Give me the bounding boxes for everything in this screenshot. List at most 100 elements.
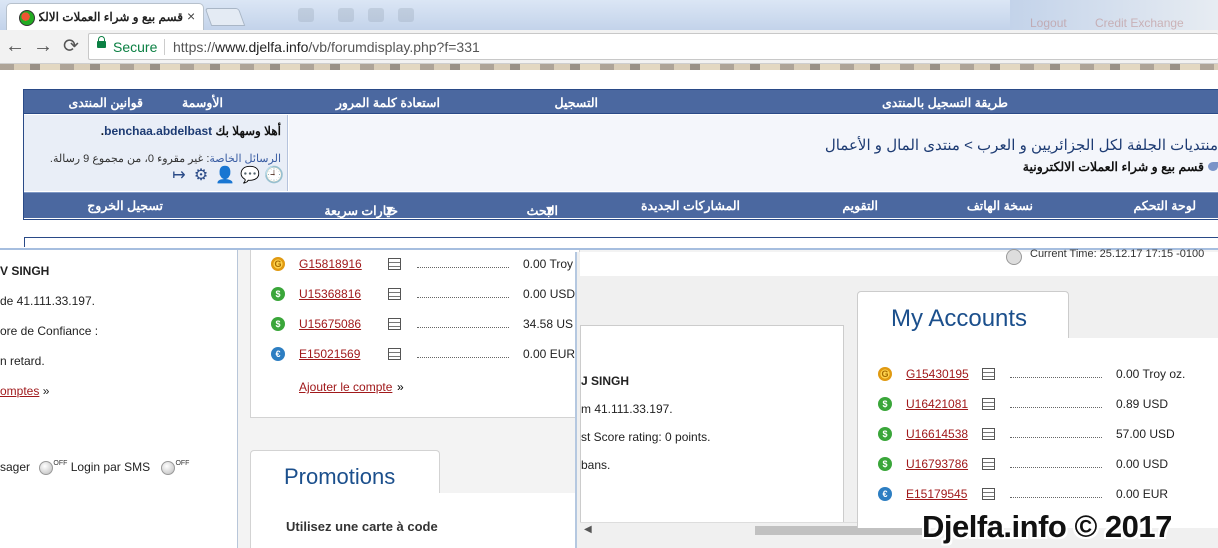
welcome-message: أهلا وسهلا بك benchaa.abdelbast. (100, 124, 281, 138)
left-accounts-panel: G G15818916 0.00 Troy $ U15368816 0.00 U… (250, 250, 580, 418)
document-icon[interactable] (982, 428, 995, 440)
secure-label[interactable]: Secure (113, 39, 157, 55)
nav-register[interactable]: التسجيل (554, 95, 598, 110)
dotted-leader (1010, 437, 1102, 438)
nav-medals[interactable]: الأوسمة (182, 95, 223, 110)
account-id-link[interactable]: G15430195 (906, 367, 969, 381)
add-user-icon[interactable]: 👤 (214, 167, 236, 185)
dotted-leader (417, 327, 509, 328)
profile-ip: m 41.111.33.197. (581, 402, 673, 416)
browser-tab-active[interactable]: قسم بيع و شراء العملات الالكترو × (6, 3, 204, 30)
account-id-link[interactable]: U16614538 (906, 427, 968, 441)
account-id-link[interactable]: G15818916 (299, 257, 362, 271)
document-icon[interactable] (982, 368, 995, 380)
add-account-raquo: » (397, 380, 404, 394)
private-messages-link[interactable]: الرسائل الخاصة (209, 153, 281, 165)
profile-ip: de 41.111.33.197. (0, 294, 95, 308)
nav-control-panel[interactable]: لوحة التحكم (1133, 198, 1196, 213)
dotted-leader (1010, 377, 1102, 378)
ghost-credit-exchange-text: Credit Exchange (1095, 16, 1184, 30)
welcome-prefix: أهلا وسهلا بك (215, 124, 281, 138)
site-favicon-icon (19, 10, 35, 26)
my-accounts-title: My Accounts (891, 305, 1028, 332)
breadcrumb-arrow-icon (1208, 162, 1218, 171)
account-id-link[interactable]: U16421081 (906, 397, 968, 411)
account-id-link[interactable]: U16793786 (906, 457, 968, 471)
document-icon[interactable] (388, 348, 401, 360)
profile-trust-score: ore de Confiance : (0, 324, 99, 338)
gold-coin-icon: G (271, 257, 285, 271)
clock-icon[interactable]: 🕘 (264, 167, 284, 185)
account-balance: 0.00 Troy (523, 257, 574, 271)
scroll-left-icon[interactable]: ◀ (584, 524, 592, 535)
nav-password-recovery[interactable]: استعادة كلمة المرور (336, 95, 440, 110)
reload-icon[interactable]: ⟳ (60, 35, 82, 58)
forum-content-edge (24, 237, 1218, 247)
nav-new-posts[interactable]: المشاركات الجديدة (641, 198, 740, 213)
sms-login-label: Login par SMS (70, 460, 151, 474)
nav-mobile-version[interactable]: نسخة الهاتف (967, 198, 1033, 213)
clock-icon (1006, 249, 1022, 265)
current-time: Current Time: 25.12.17 17:15 -0100 (1030, 248, 1205, 260)
promotions-subtitle: Utilisez une carte à code (286, 519, 438, 534)
account-id-link[interactable]: U15368816 (299, 287, 361, 301)
logout-icon[interactable]: ↦ (170, 167, 188, 185)
nav-logout[interactable]: تسجيل الخروج (87, 198, 163, 213)
document-icon[interactable] (388, 288, 401, 300)
nav-registration-guide[interactable]: طريقة التسجيل بالمنتدى (882, 95, 1008, 110)
account-id-link[interactable]: U15675086 (299, 317, 361, 331)
toggle-off-label: OFF (53, 460, 68, 467)
toggle-switch[interactable] (161, 460, 176, 475)
address-bar: ← → ⟳ Secure https://www.djelfa.info/vb/… (0, 30, 1218, 64)
gold-coin-icon: G (878, 367, 892, 381)
breadcrumb[interactable]: منتديات الجلفة لكل الجزائريين و العرب > … (825, 136, 1218, 154)
add-account-link[interactable]: Ajouter le compte (299, 380, 392, 394)
new-tab-button[interactable] (204, 8, 246, 26)
account-id-link[interactable]: E15021569 (299, 347, 360, 361)
user-icon-bar: 🕘 ↦ ⚙ 👤 💬 (170, 167, 284, 185)
back-arrow-icon[interactable]: ← (4, 35, 26, 58)
tab-title: قسم بيع و شراء العملات الالكترو (39, 10, 183, 24)
accounts-link[interactable]: omptes (0, 384, 39, 398)
forum-bottom-nav: لوحة التحكم نسخة الهاتف التقويم المشاركا… (24, 192, 1218, 218)
euro-coin-icon: € (878, 487, 892, 501)
account-balance: 57.00 USD (1116, 427, 1175, 441)
dollar-coin-icon: $ (271, 317, 285, 331)
account-id-link[interactable]: E15179545 (906, 487, 967, 501)
username-link[interactable]: benchaa.abdelbast (104, 124, 212, 138)
nav-forum-rules[interactable]: قوانين المنتدى (68, 95, 143, 110)
url-input[interactable]: Secure https://www.djelfa.info/vb/forumd… (88, 33, 1218, 60)
url-host: www.djelfa.info (215, 39, 309, 55)
document-icon[interactable] (982, 458, 995, 470)
dollar-coin-icon: $ (271, 287, 285, 301)
url-prefix: https:// (173, 39, 216, 55)
settings-icon[interactable]: ⚙ (192, 167, 210, 185)
left-profile-column: V SINGH de 41.111.33.197. ore de Confian… (0, 250, 238, 548)
nav-calendar[interactable]: التقويم (842, 198, 878, 213)
document-icon[interactable] (982, 488, 995, 500)
account-balance: 0.00 EUR (523, 347, 576, 361)
close-icon[interactable]: × (187, 8, 195, 24)
dotted-leader (417, 297, 509, 298)
forum-top-nav: طريقة التسجيل بالمنتدى التسجيل استعادة ك… (24, 90, 1218, 114)
account-balance: 0.00 USD (1116, 457, 1169, 471)
document-icon[interactable] (388, 318, 401, 330)
dotted-leader (417, 357, 509, 358)
lock-icon (97, 36, 106, 48)
current-forum-title: قسم بيع و شراء العملات الالكترونية (1022, 160, 1204, 174)
document-icon[interactable] (388, 258, 401, 270)
document-icon[interactable] (982, 398, 995, 410)
ghost-logout-text: Logout (1030, 16, 1067, 30)
profile-name: J SINGH (581, 374, 630, 388)
forward-arrow-icon[interactable]: → (32, 35, 54, 58)
dotted-leader (1010, 407, 1102, 408)
toggle-switch[interactable] (39, 460, 54, 475)
profile-bans: bans. (581, 458, 611, 472)
profile-status: n retard. (0, 354, 45, 368)
ghost-icon (368, 8, 384, 22)
account-balance: 0.00 EUR (1116, 487, 1169, 501)
chat-icon[interactable]: 💬 (240, 167, 260, 185)
sms-login-line: sager OFF Login par SMS OFF (0, 460, 189, 475)
divider (164, 39, 165, 55)
accounts-link-line: omptes » (0, 384, 49, 398)
